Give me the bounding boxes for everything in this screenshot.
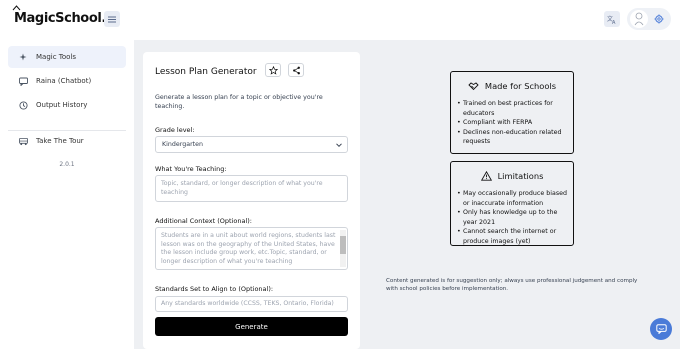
additional-context-placeholder: Students are in a unit about world regio… — [161, 232, 336, 265]
take-the-tour-button[interactable]: Take The Tour — [8, 130, 126, 152]
sidebar-toggle-button[interactable] — [104, 11, 120, 27]
sidebar: Magic Tools Raina (Chatbot) Output Histo… — [0, 40, 134, 349]
limitations-list: May occasionally produce biased or inacc… — [457, 189, 571, 246]
translate-icon: 文A — [607, 15, 616, 24]
sparkles-icon — [19, 53, 28, 62]
sidebar-item-magic-tools[interactable]: Magic Tools — [8, 46, 126, 68]
version-label: 2.0.1 — [59, 161, 75, 168]
take-the-tour-label: Take The Tour — [36, 137, 84, 145]
chevron-down-icon — [336, 143, 342, 148]
limitations-title-row: Limitations — [451, 171, 573, 181]
gear-icon — [654, 14, 664, 24]
list-item: Cannot search the internet or produce im… — [457, 227, 571, 246]
bus-icon — [19, 137, 28, 146]
logo[interactable]: MagicSchool.ai — [12, 5, 119, 26]
favorite-button[interactable] — [265, 63, 281, 77]
tool-title: Lesson Plan Generator — [155, 67, 257, 77]
made-for-schools-list: Trained on best practices for educators … — [457, 99, 571, 147]
app: MagicSchool.ai 文A Magic Tools Raina (Cha… — [0, 0, 680, 349]
sidebar-item-label: Raina (Chatbot) — [36, 77, 92, 85]
avatar[interactable] — [630, 10, 648, 28]
standards-placeholder: Any standards worldwide (CCSS, TEKS, Ont… — [161, 300, 334, 307]
translate-button[interactable]: 文A — [604, 11, 620, 27]
help-chat-button[interactable] — [650, 318, 672, 340]
grade-level-select[interactable]: Kindergarten — [155, 136, 348, 153]
warning-icon — [480, 171, 492, 181]
limitations-box: Limitations May occasionally produce bia… — [450, 161, 574, 246]
teaching-placeholder: Topic, standard, or longer description o… — [161, 180, 323, 196]
textarea-scrollbar[interactable] — [340, 230, 346, 267]
list-item: May occasionally produce biased or inacc… — [457, 189, 571, 208]
disclaimer-text: Content generated is for suggestion only… — [386, 278, 638, 292]
standards-label: Standards Set to Align to (Optional): — [155, 285, 274, 293]
sidebar-item-output-history[interactable]: Output History — [8, 94, 126, 116]
made-for-schools-title-row: Made for Schools — [451, 81, 573, 91]
standards-input[interactable]: Any standards worldwide (CCSS, TEKS, Ont… — [155, 296, 348, 312]
lesson-plan-form-card: Lesson Plan Generator Generate a lesson … — [143, 52, 360, 349]
profile-menu[interactable] — [627, 8, 671, 30]
generate-button[interactable]: Generate — [155, 317, 348, 336]
wand-icon — [12, 5, 21, 11]
chat-icon — [19, 77, 28, 86]
settings-button[interactable] — [652, 12, 666, 26]
share-button[interactable] — [288, 63, 304, 77]
additional-context-label: Additional Context (Optional): — [155, 217, 252, 225]
grade-level-label: Grade level: — [155, 126, 195, 134]
list-item: Only has knowledge up to the year 2021 — [457, 208, 571, 227]
sidebar-item-raina-chatbot[interactable]: Raina (Chatbot) — [8, 70, 126, 92]
logo-text: MagicSchool.ai — [14, 11, 119, 26]
grade-level-value: Kindergarten — [162, 141, 203, 148]
scrollbar-thumb[interactable] — [340, 236, 346, 254]
tool-description: Generate a lesson plan for a topic or ob… — [155, 94, 323, 110]
top-bar: MagicSchool.ai 文A — [0, 0, 680, 40]
sidebar-item-label: Magic Tools — [36, 53, 77, 61]
additional-context-input[interactable]: Students are in a unit about world regio… — [155, 227, 348, 270]
main-content: Lesson Plan Generator Generate a lesson … — [134, 40, 680, 349]
made-for-schools-title: Made for Schools — [484, 81, 557, 91]
teaching-label: What You're Teaching: — [155, 165, 227, 173]
made-for-schools-box: Made for Schools Trained on best practic… — [450, 71, 574, 154]
star-icon — [268, 65, 278, 75]
user-avatar-icon — [634, 12, 644, 26]
limitations-title: Limitations — [497, 171, 544, 181]
svg-text:A: A — [612, 20, 616, 24]
history-icon — [19, 100, 28, 110]
list-item: Compliant with FERPA — [457, 118, 571, 128]
teaching-input[interactable]: Topic, standard, or longer description o… — [155, 175, 348, 202]
sidebar-item-label: Output History — [36, 101, 88, 109]
hamburger-icon — [108, 16, 116, 22]
handshake-icon — [468, 81, 479, 91]
chat-bubble-icon — [655, 324, 667, 334]
list-item: Declines non-education related requests — [457, 128, 571, 147]
list-item: Trained on best practices for educators — [457, 99, 571, 118]
share-icon — [292, 66, 300, 74]
